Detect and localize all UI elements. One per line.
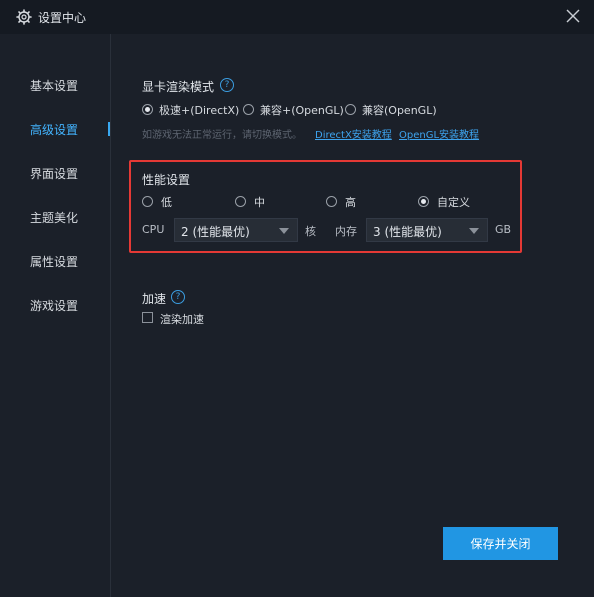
radio-opengl-plus[interactable] — [243, 104, 254, 115]
close-icon[interactable] — [565, 8, 581, 24]
radio-opengl[interactable] — [345, 104, 356, 115]
cpu-select[interactable]: 2 (性能最优) — [174, 218, 298, 242]
sidebar-item-game[interactable]: 游戏设置 — [30, 297, 78, 314]
active-indicator — [108, 122, 110, 136]
chevron-down-icon — [279, 228, 289, 234]
radio-opengl-label[interactable]: 兼容(OpenGL) — [362, 102, 437, 118]
render-acceleration-label[interactable]: 渲染加速 — [160, 311, 204, 327]
directx-tutorial-link[interactable]: DirectX安装教程 — [315, 126, 392, 141]
memory-unit: GB — [495, 223, 512, 236]
radio-perf-low[interactable] — [142, 196, 153, 207]
memory-label: 内存 — [335, 225, 357, 238]
memory-select[interactable]: 3 (性能最优) — [366, 218, 488, 242]
sidebar-item-basic[interactable]: 基本设置 — [30, 77, 78, 94]
radio-perf-medium[interactable] — [235, 196, 246, 207]
title-bar: 设置中心 — [0, 0, 594, 34]
help-icon[interactable]: ? — [171, 290, 185, 304]
radio-perf-medium-label[interactable]: 中 — [254, 194, 265, 210]
radio-perf-custom-label[interactable]: 自定义 — [437, 194, 470, 210]
sidebar-item-advanced[interactable]: 高级设置 — [30, 121, 78, 138]
sidebar-item-theme[interactable]: 主题美化 — [30, 209, 78, 226]
radio-perf-custom[interactable] — [418, 196, 429, 207]
radio-perf-high-label[interactable]: 高 — [345, 194, 356, 210]
performance-title: 性能设置 — [142, 173, 191, 187]
sidebar-item-interface[interactable]: 界面设置 — [30, 165, 78, 182]
cpu-select-value: 2 (性能最优) — [181, 225, 250, 239]
radio-perf-high[interactable] — [326, 196, 337, 207]
gear-icon — [16, 9, 32, 25]
acceleration-title: 加速 — [142, 292, 167, 306]
radio-perf-low-label[interactable]: 低 — [161, 194, 172, 210]
settings-window: 设置中心 基本设置 高级设置 界面设置 主题美化 属性设置 游戏设置 显卡渲染模… — [0, 0, 594, 597]
help-icon[interactable]: ? — [220, 78, 234, 92]
sidebar — [0, 34, 111, 597]
render-mode-title: 显卡渲染模式 — [142, 80, 215, 94]
window-title: 设置中心 — [38, 11, 87, 25]
opengl-tutorial-link[interactable]: OpenGL安装教程 — [399, 126, 479, 141]
radio-directx[interactable] — [142, 104, 153, 115]
cpu-unit: 核 — [305, 225, 316, 238]
save-and-close-button[interactable]: 保存并关闭 — [443, 527, 558, 560]
render-acceleration-checkbox[interactable] — [142, 312, 153, 323]
chevron-down-icon — [469, 228, 479, 234]
radio-opengl-plus-label[interactable]: 兼容+(OpenGL) — [260, 102, 344, 118]
sidebar-item-properties[interactable]: 属性设置 — [30, 253, 78, 270]
memory-select-value: 3 (性能最优) — [373, 225, 442, 239]
cpu-label: CPU — [142, 223, 165, 236]
render-mode-hint: 如游戏无法正常运行，请切换模式。 — [142, 130, 302, 141]
radio-directx-label[interactable]: 极速+(DirectX) — [159, 102, 239, 118]
